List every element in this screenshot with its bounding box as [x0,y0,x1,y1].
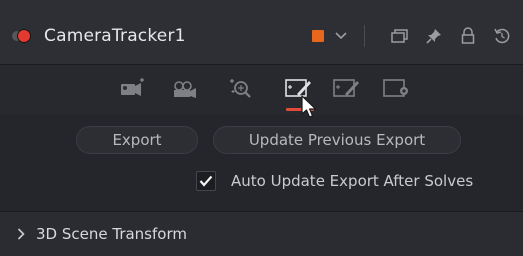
update-previous-export-button[interactable]: Update Previous Export [213,126,461,154]
reset-icon[interactable] [491,25,513,47]
lock-icon[interactable] [457,25,479,47]
header-separator [364,25,365,47]
chevron-right-icon[interactable] [14,227,28,241]
section-3d-scene-transform[interactable]: 3D Scene Transform [0,212,523,256]
camera-icon[interactable] [170,75,200,101]
options-icon[interactable] [382,75,412,101]
header-actions [312,24,513,48]
track-icon[interactable] [118,75,148,101]
node-title-group: CameraTracker1 [12,24,186,48]
auto-update-checkbox[interactable] [196,171,216,191]
tool-tabs [0,65,523,118]
auto-update-row: Auto Update Export After Solves [196,168,473,194]
node-enable-toggle[interactable] [18,30,30,42]
node-header: CameraTracker1 [0,0,523,65]
chevron-down-icon[interactable] [334,29,348,43]
node-title: CameraTracker1 [44,26,186,46]
refine-icon[interactable] [332,75,362,101]
export-button[interactable]: Export [76,126,198,154]
pin-icon[interactable] [423,25,445,47]
version-icon[interactable] [389,25,411,47]
section-title: 3D Scene Transform [36,225,187,243]
auto-update-label: Auto Update Export After Solves [231,172,474,190]
mouse-cursor-icon [300,95,318,119]
node-color-swatch[interactable] [312,30,324,42]
solve-icon[interactable] [226,75,256,101]
